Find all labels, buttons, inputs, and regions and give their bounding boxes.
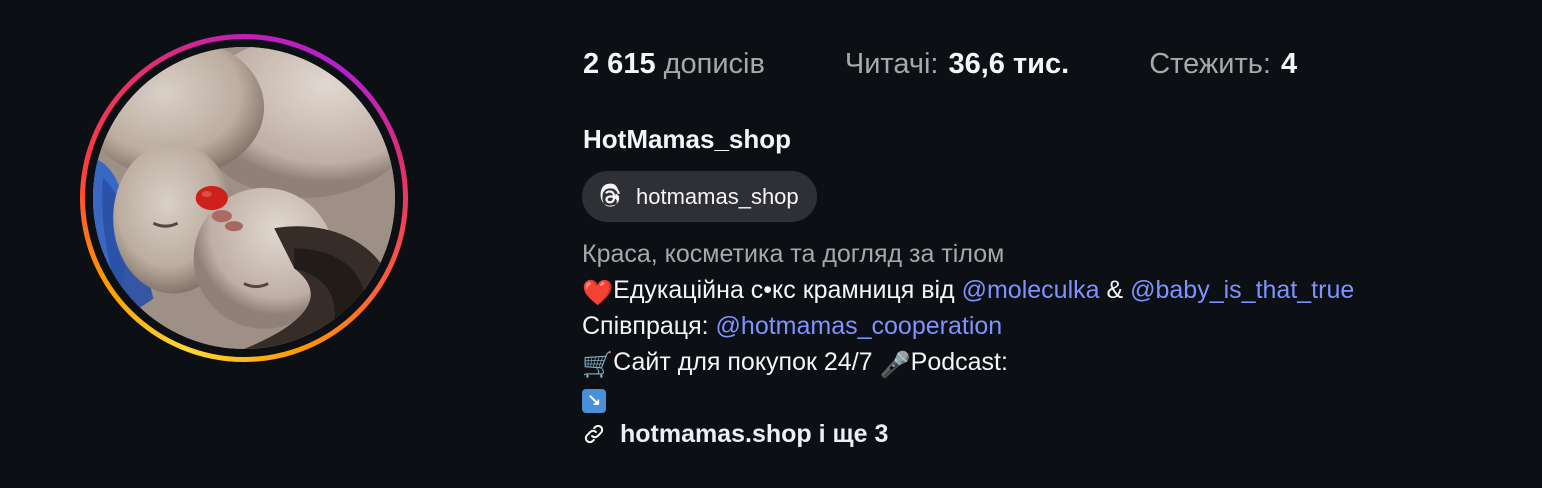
bio-line-1-text: Едукаційна с•кс крамниця від <box>613 276 955 304</box>
bio-line-3-text: Сайт для покупок 24/7 <box>613 348 873 376</box>
bio-line-1: ❤️Едукаційна с•кс крамниця від @moleculk… <box>582 272 1354 308</box>
arrow-down-right-icon: ↘ <box>582 389 606 413</box>
heart-icon: ❤️ <box>582 279 614 307</box>
profile-name: HotMamas_shop <box>583 124 792 154</box>
followers-stat[interactable]: Читачі: 36,6 тис. <box>845 48 1069 81</box>
link-icon <box>584 424 604 444</box>
bio-line-3: 🛒Сайт для покупок 24/7 🎤Podcast: <box>582 344 1354 380</box>
posts-count: 2 615 <box>583 47 656 80</box>
bio-line-3-tail: Podcast: <box>910 348 1008 376</box>
profile-stats: 2 615 дописів Читачі: 36,6 тис. Стежить:… <box>583 44 1297 84</box>
mention-moleculka-link[interactable]: @moleculka <box>962 276 1100 304</box>
mention-cooperation-link[interactable]: @hotmamas_cooperation <box>716 312 1003 340</box>
microphone-icon: 🎤 <box>879 351 911 379</box>
mention-baby-link[interactable]: @baby_is_that_true <box>1130 276 1354 304</box>
threads-icon <box>600 183 620 207</box>
avatar-image <box>93 47 395 349</box>
profile-category: Краса, косметика та догляд за тілом <box>582 240 1005 268</box>
followers-count: 36,6 тис. <box>948 47 1070 80</box>
following-count: 4 <box>1280 47 1298 80</box>
bio-line-4: ↘ <box>582 380 1354 416</box>
external-link-row[interactable]: hotmamas.shop і ще 3 <box>582 416 1354 452</box>
external-link-text[interactable]: hotmamas.shop і ще 3 <box>620 416 888 452</box>
bio-line-2-prefix: Співпраця: <box>582 312 709 340</box>
followers-label: Читачі: <box>844 47 939 80</box>
following-stat[interactable]: Стежить: 4 <box>1149 48 1297 81</box>
bio-ampersand: & <box>1106 276 1124 304</box>
following-label: Стежить: <box>1149 47 1271 80</box>
posts-label: дописів <box>663 47 765 80</box>
profile-avatar[interactable] <box>80 34 408 362</box>
threads-handle: hotmamas_shop <box>636 183 799 209</box>
shopping-cart-icon: 🛒 <box>582 351 614 379</box>
avatar-photo <box>93 47 395 349</box>
profile-bio: Краса, косметика та догляд за тілом ❤️Ед… <box>582 236 1354 452</box>
bio-line-2: Співпраця: @hotmamas_cooperation <box>582 308 1354 344</box>
posts-stat: 2 615 дописів <box>583 48 765 81</box>
threads-badge-button[interactable]: hotmamas_shop <box>582 171 817 222</box>
